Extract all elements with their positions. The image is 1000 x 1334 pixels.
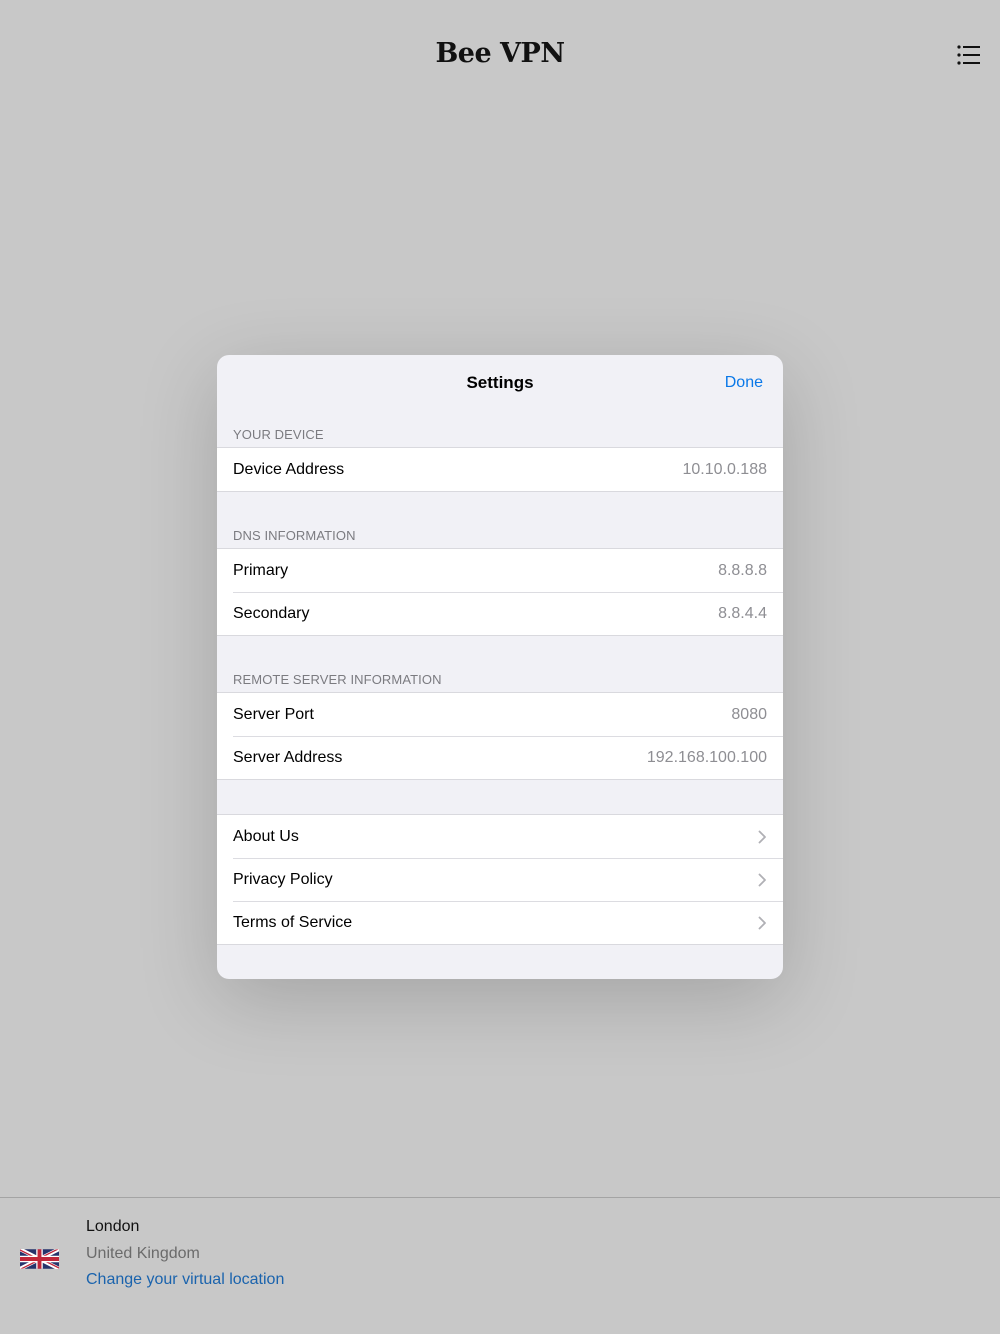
row-server-address: Server Address 192.168.100.100 — [217, 736, 783, 779]
row-label: Secondary — [233, 604, 310, 622]
settings-modal: Settings Done YOUR DEVICE Device Address… — [217, 355, 783, 979]
location-city: London — [86, 1218, 140, 1235]
location-panel: London United Kingdom Change your virtua… — [0, 1197, 1000, 1334]
row-label: Terms of Service — [233, 913, 353, 931]
row-value: 8.8.8.8 — [718, 561, 767, 579]
row-device-address: Device Address 10.10.0.188 — [217, 448, 783, 491]
row-server-port: Server Port 8080 — [217, 693, 783, 736]
row-terms-of-service[interactable]: Terms of Service — [217, 901, 783, 944]
list-icon — [957, 44, 981, 66]
app-title: Bee VPN — [435, 38, 565, 69]
section-header-your-device: YOUR DEVICE — [233, 427, 324, 442]
modal-header: Settings Done — [217, 355, 783, 411]
row-label: Server Port — [233, 705, 314, 723]
row-privacy-policy[interactable]: Privacy Policy — [217, 858, 783, 901]
row-value: 192.168.100.100 — [646, 748, 767, 766]
row-value: 8.8.4.4 — [718, 604, 767, 622]
row-label: Primary — [233, 561, 289, 579]
location-country: United Kingdom — [86, 1245, 200, 1262]
change-location-link[interactable]: Change your virtual location — [86, 1271, 284, 1289]
menu-button[interactable] — [957, 44, 981, 66]
done-button[interactable]: Done — [725, 374, 763, 392]
uk-flag-icon — [20, 1249, 59, 1269]
row-label: Device Address — [233, 460, 345, 478]
row-label: Server Address — [233, 748, 343, 766]
group-remote-server: Server Port 8080 Server Address 192.168.… — [217, 692, 783, 780]
modal-title: Settings — [466, 373, 534, 392]
row-dns-secondary: Secondary 8.8.4.4 — [217, 592, 783, 635]
row-value: 10.10.0.188 — [682, 460, 767, 478]
section-header-dns: DNS INFORMATION — [233, 528, 356, 543]
row-label: Privacy Policy — [233, 870, 333, 888]
row-value: 8080 — [731, 705, 767, 723]
row-label: About Us — [233, 827, 299, 845]
row-dns-primary: Primary 8.8.8.8 — [217, 549, 783, 592]
row-about-us[interactable]: About Us — [217, 815, 783, 858]
group-dns: Primary 8.8.8.8 Secondary 8.8.4.4 — [217, 548, 783, 636]
chevron-right-icon — [758, 873, 767, 887]
group-links: About Us Privacy Policy Terms of Service — [217, 814, 783, 945]
chevron-right-icon — [758, 916, 767, 930]
section-header-remote-server: REMOTE SERVER INFORMATION — [233, 672, 442, 687]
chevron-right-icon — [758, 830, 767, 844]
group-your-device: Device Address 10.10.0.188 — [217, 447, 783, 492]
